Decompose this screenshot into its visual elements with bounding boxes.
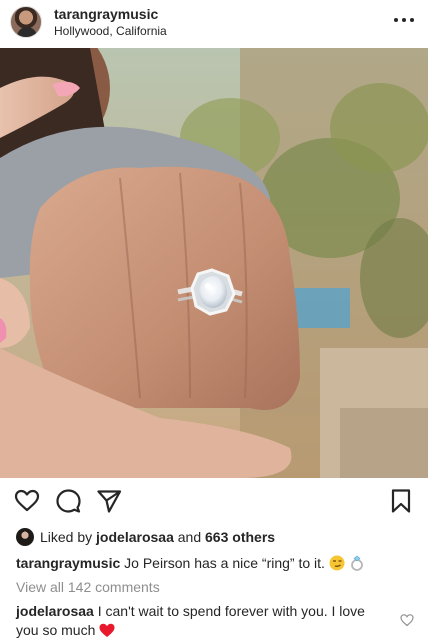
comment-like-heart-icon[interactable] <box>400 613 414 627</box>
bookmark-icon[interactable] <box>388 488 414 514</box>
more-options-icon[interactable] <box>392 12 416 28</box>
view-all-comments-link[interactable]: View all 142 comments <box>16 579 160 595</box>
comment-username[interactable]: jodelarosaa <box>16 603 94 619</box>
likes-others-link[interactable]: 663 others <box>205 529 275 545</box>
likes-connector: and <box>177 529 202 545</box>
post-photo[interactable] <box>0 48 428 478</box>
heart-icon[interactable] <box>14 488 40 514</box>
action-bar <box>0 486 428 518</box>
caption-username[interactable]: tarangraymusic <box>16 555 120 571</box>
instagram-post: tarangraymusic Hollywood, California Lik… <box>0 0 428 640</box>
engagement-ring-photo <box>0 48 428 478</box>
ring-emoji-icon <box>349 555 365 574</box>
likes-text: Liked by jodelarosaa and 663 others <box>40 529 275 545</box>
comment-bubble-icon[interactable] <box>55 488 81 514</box>
post-caption: tarangraymusic Jo Peirson has a nice “ri… <box>16 555 365 574</box>
likes-prefix: Liked by <box>40 529 93 545</box>
post-header: tarangraymusic Hollywood, California <box>0 0 428 48</box>
smirk-emoji-icon <box>329 555 345 574</box>
top-comment: jodelarosaa I can't wait to spend foreve… <box>16 602 386 640</box>
liker-username[interactable]: jodelarosaa <box>96 529 174 545</box>
post-location[interactable]: Hollywood, California <box>54 24 167 38</box>
author-username[interactable]: tarangraymusic <box>54 6 158 22</box>
red-heart-emoji-icon <box>99 623 115 640</box>
paper-plane-icon[interactable] <box>96 488 122 514</box>
liker-avatar[interactable] <box>16 528 34 546</box>
caption-text: Jo Peirson has a nice “ring” to it. <box>124 555 329 571</box>
author-avatar[interactable] <box>10 6 42 38</box>
